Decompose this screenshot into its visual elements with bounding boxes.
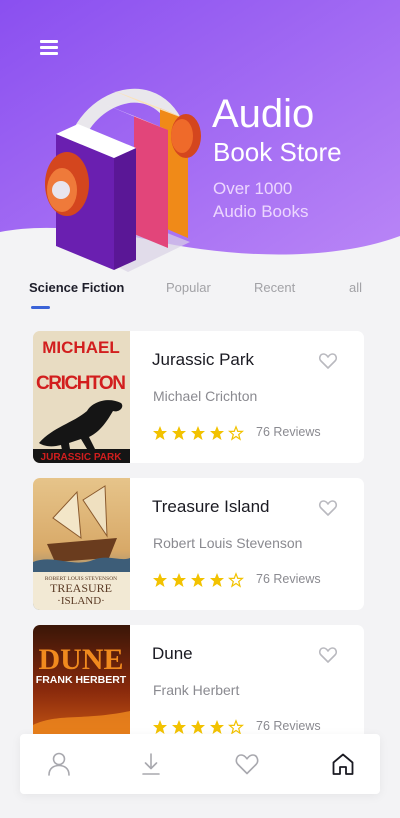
star-filled-icon [210,720,224,734]
review-count: 76 Reviews [256,572,321,586]
star-filled-icon [172,573,186,587]
star-filled-icon [210,426,224,440]
user-icon[interactable] [45,750,73,778]
menu-button[interactable] [38,36,62,60]
header: Audio Book Store Over 1000 Audio Books [0,0,400,272]
favorite-heart-icon[interactable] [318,351,338,371]
cover-text-top: DUNE [38,643,123,676]
book-card-jurassic-park[interactable]: MICHAEL CRICHTON JURASSIC PARK Jurassic … [33,331,364,463]
cover-text-top: MICHAEL [42,338,119,357]
cover-text-mid: CRICHTON [36,373,126,394]
star-empty-icon [228,425,244,441]
star-filled-icon [191,573,205,587]
book-title: Dune [152,644,193,663]
cover-text-mid: FRANK HERBERT [36,674,127,686]
download-icon[interactable] [137,750,165,778]
star-empty-icon [228,572,244,588]
review-count: 76 Reviews [256,425,321,439]
bottom-navigation-bar [20,734,380,794]
star-filled-icon [191,426,205,440]
active-tab-indicator [31,306,50,309]
star-filled-icon [172,426,186,440]
star-empty-icon [228,719,244,735]
hero-subtitle: Book Store [213,137,342,167]
category-tabs: Science Fiction Popular Recent all [0,278,400,312]
favorite-heart-icon[interactable] [318,498,338,518]
home-icon[interactable] [329,750,357,778]
star-filled-icon [153,573,167,587]
book-title: Jurassic Park [152,350,255,369]
heart-icon[interactable] [233,750,261,778]
tab-science-fiction[interactable]: Science Fiction [29,280,124,295]
headphones-books-illustration [45,88,201,272]
book-title: Treasure Island [152,497,270,516]
star-filled-icon [191,720,205,734]
menu-icon [40,40,58,43]
hero-count-line2: Audio Books [213,202,309,221]
book-cover-jurassic-park: MICHAEL CRICHTON JURASSIC PARK [33,331,130,463]
hero-count-line1: Over 1000 [213,179,293,198]
tab-popular[interactable]: Popular [166,280,211,295]
book-author: Michael Crichton [153,388,258,404]
star-filled-icon [172,720,186,734]
tab-all[interactable]: all [349,280,362,295]
review-count: 76 Reviews [256,719,321,733]
star-filled-icon [210,573,224,587]
cover-text-bottom: ·ISLAND· [57,595,105,607]
hero-title: Audio [212,92,315,136]
book-author: Robert Louis Stevenson [153,535,303,551]
cover-text-bottom: JURASSIC PARK [41,452,123,463]
book-cover-treasure-island: ROBERT LOUIS STEVENSON TREASURE ·ISLAND· [33,478,130,610]
star-filled-icon [153,426,167,440]
book-card-treasure-island[interactable]: ROBERT LOUIS STEVENSON TREASURE ·ISLAND·… [33,478,364,610]
cover-text-mid: TREASURE [50,581,112,595]
favorite-heart-icon[interactable] [318,645,338,665]
tab-recent[interactable]: Recent [254,280,295,295]
star-filled-icon [153,720,167,734]
book-author: Frank Herbert [153,682,240,698]
